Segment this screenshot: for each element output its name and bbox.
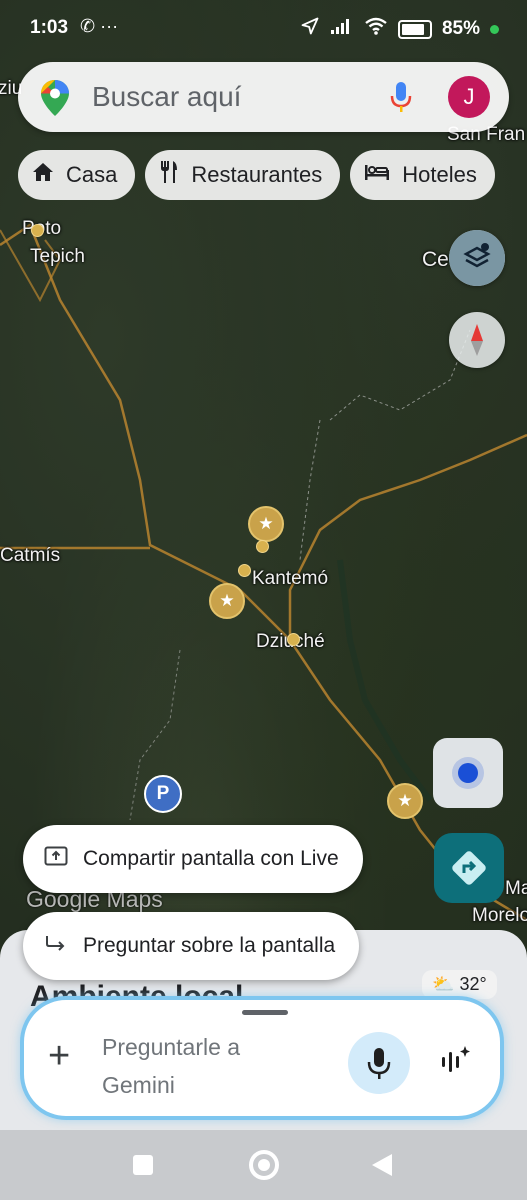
- layers-icon: [449, 230, 505, 286]
- directions-icon: [452, 851, 486, 885]
- screen-share-icon: [43, 846, 69, 872]
- redirect-arrow-icon: [43, 933, 69, 959]
- map-label-tepich: Tepich: [30, 246, 85, 267]
- notification-icons: ✆ ···: [80, 16, 119, 36]
- plus-icon[interactable]: +: [48, 1036, 70, 1076]
- ask-about-screen-label: Preguntar sobre la pantalla: [83, 934, 336, 957]
- chip-casa[interactable]: Casa: [18, 150, 136, 200]
- map-label-catmis: Catmís: [0, 545, 61, 566]
- gemini-prompt-input[interactable]: Preguntarle a Gemini: [102, 1028, 292, 1104]
- battery-icon: [397, 19, 432, 39]
- layers-button[interactable]: [449, 230, 505, 286]
- my-location-button[interactable]: [433, 738, 503, 808]
- hotel-icon: [364, 163, 390, 187]
- microphone-icon[interactable]: [390, 81, 412, 118]
- my-location-icon: [458, 763, 478, 783]
- place-dot[interactable]: [238, 564, 251, 577]
- restaurant-icon: [159, 160, 179, 190]
- place-dot[interactable]: [31, 224, 44, 237]
- chip-hoteles[interactable]: Hoteles: [350, 150, 495, 200]
- battery-percent: 85%: [441, 18, 480, 39]
- status-indicators: 85%: [300, 16, 499, 42]
- signal-icon: [330, 17, 354, 41]
- weather-temp: 32°: [459, 974, 487, 994]
- search-input[interactable]: Buscar aquí: [92, 81, 241, 113]
- chip-label: Casa: [66, 162, 118, 187]
- gemini-input-bar[interactable]: + Preguntarle a Gemini: [20, 996, 504, 1120]
- map-label-ma: Ma: [505, 878, 527, 899]
- parking-marker[interactable]: P: [144, 775, 182, 813]
- gemini-mic-button[interactable]: [348, 1032, 410, 1094]
- home-button[interactable]: [249, 1150, 279, 1180]
- map-label-kantemo: Kantemó: [252, 568, 329, 589]
- place-dot[interactable]: [287, 633, 300, 646]
- avatar[interactable]: J: [448, 76, 490, 118]
- compass-icon: [471, 324, 483, 356]
- weather-badge: ⛅ 32°: [422, 970, 497, 999]
- share-screen-live-label: Compartir pantalla con Live: [83, 847, 339, 870]
- compass-button[interactable]: [449, 312, 505, 368]
- weather-icon: ⛅: [432, 974, 455, 994]
- directions-button[interactable]: [434, 833, 504, 903]
- drag-handle[interactable]: [242, 1010, 288, 1015]
- microphone-icon: [367, 1048, 391, 1079]
- share-screen-live-button[interactable]: Compartir pantalla con Live: [23, 825, 363, 893]
- status-time: 1:03: [30, 17, 69, 38]
- place-dot[interactable]: [256, 540, 269, 553]
- google-maps-pin-icon: [40, 79, 70, 122]
- chip-label: Restaurantes: [191, 162, 323, 187]
- ask-about-screen-button[interactable]: Preguntar sobre la pantalla: [23, 912, 360, 980]
- star-place-marker[interactable]: ★: [387, 783, 423, 819]
- chip-label: Hoteles: [402, 162, 477, 187]
- gemini-live-icon[interactable]: [438, 1044, 472, 1083]
- star-place-marker[interactable]: ★: [209, 583, 245, 619]
- wifi-icon: [364, 17, 388, 41]
- map-label-morelo: Morelo: [472, 905, 527, 926]
- chip-restaurantes[interactable]: Restaurantes: [145, 150, 341, 200]
- recents-button[interactable]: [133, 1155, 153, 1175]
- status-bar: 1:03 ✆ ··· 85%: [0, 0, 527, 56]
- search-bar[interactable]: Buscar aquí J: [18, 62, 509, 132]
- star-place-marker[interactable]: ★: [248, 506, 284, 542]
- home-icon: [32, 162, 54, 188]
- location-arrow-icon: [300, 16, 320, 42]
- back-button[interactable]: [372, 1154, 392, 1176]
- privacy-indicator-dot: [490, 24, 499, 34]
- category-chips: Casa Restaurantes Hoteles: [18, 150, 495, 200]
